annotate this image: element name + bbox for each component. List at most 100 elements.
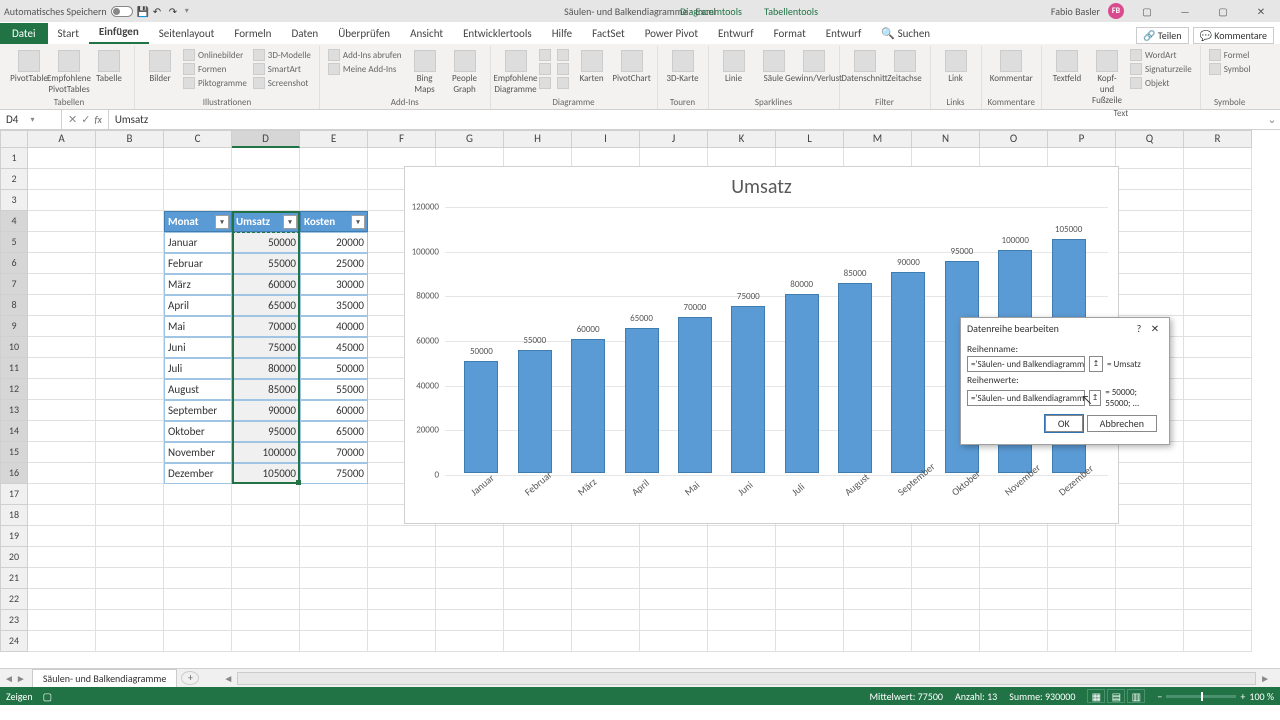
shapes-button[interactable]: Formen	[181, 62, 249, 76]
autosave-toggle[interactable]: Automatisches Speichern	[4, 5, 133, 18]
cell[interactable]	[1184, 232, 1252, 253]
cell[interactable]	[96, 526, 164, 547]
toggle-switch-icon[interactable]	[111, 6, 133, 17]
cell[interactable]	[436, 610, 504, 631]
series-values-input[interactable]: ='Säulen- und Balkendiagramme'	[967, 390, 1085, 406]
cell[interactable]	[572, 547, 640, 568]
cell[interactable]	[96, 400, 164, 421]
chart-bar[interactable]	[785, 294, 819, 473]
cell[interactable]	[300, 526, 368, 547]
cell[interactable]	[232, 169, 300, 190]
cell[interactable]	[708, 610, 776, 631]
online-pictures-button[interactable]: Onlinebilder	[181, 48, 249, 62]
cell[interactable]	[28, 463, 96, 484]
cell[interactable]	[1116, 232, 1184, 253]
chart-bar[interactable]	[625, 328, 659, 473]
cell[interactable]	[368, 589, 436, 610]
column-header[interactable]: G	[436, 130, 504, 148]
chart-bar[interactable]	[891, 272, 925, 473]
row-header[interactable]: 6	[0, 253, 28, 274]
cell[interactable]: 55000	[232, 253, 300, 274]
cell[interactable]: März	[164, 274, 232, 295]
cell[interactable]	[28, 505, 96, 526]
cell[interactable]	[28, 589, 96, 610]
row-header[interactable]: 15	[0, 442, 28, 463]
cell[interactable]	[164, 568, 232, 589]
chart-bar[interactable]	[731, 306, 765, 474]
row-header[interactable]: 11	[0, 358, 28, 379]
worksheet[interactable]: ABCDEFGHIJKLMNOPQR1234Monat▾Umsatz▾Koste…	[0, 130, 1280, 668]
recommended-charts-button[interactable]: Empfohlene Diagramme	[497, 48, 535, 97]
cell[interactable]	[1116, 211, 1184, 232]
cell[interactable]: 95000	[232, 421, 300, 442]
cell[interactable]	[1184, 190, 1252, 211]
column-header[interactable]: E	[300, 130, 368, 148]
cell[interactable]	[844, 526, 912, 547]
column-header[interactable]: M	[844, 130, 912, 148]
cell[interactable]	[1116, 568, 1184, 589]
cell[interactable]	[1116, 484, 1184, 505]
cell[interactable]: 75000	[232, 337, 300, 358]
tab-tabledesign[interactable]: Entwurf	[816, 23, 872, 44]
chart-title[interactable]: Umsatz	[405, 167, 1118, 203]
cell[interactable]: August	[164, 379, 232, 400]
cell[interactable]	[96, 631, 164, 652]
scroll-right-icon[interactable]: ►	[1256, 672, 1274, 685]
cell[interactable]: 105000	[232, 463, 300, 484]
cell[interactable]	[1184, 274, 1252, 295]
minimize-icon[interactable]: —	[1170, 1, 1200, 21]
cell[interactable]	[1184, 253, 1252, 274]
ribbon-options-icon[interactable]: ▢	[1132, 1, 1162, 21]
3dmodels-button[interactable]: 3D-Modelle	[251, 48, 313, 62]
row-header[interactable]: 5	[0, 232, 28, 253]
cell[interactable]: 50000	[232, 232, 300, 253]
cell[interactable]	[640, 526, 708, 547]
cell[interactable]	[28, 148, 96, 169]
cell[interactable]	[96, 484, 164, 505]
column-header[interactable]: J	[640, 130, 708, 148]
cell[interactable]	[504, 526, 572, 547]
cell[interactable]	[640, 589, 708, 610]
other-chart-icon[interactable]	[555, 76, 571, 90]
cell[interactable]	[368, 526, 436, 547]
page-layout-view-icon[interactable]: ▤	[1107, 689, 1125, 703]
cell[interactable]	[640, 631, 708, 652]
column-header[interactable]: K	[708, 130, 776, 148]
cell[interactable]	[844, 610, 912, 631]
cell[interactable]	[708, 547, 776, 568]
cell[interactable]	[232, 610, 300, 631]
cell[interactable]	[1184, 463, 1252, 484]
cell[interactable]	[28, 169, 96, 190]
user-avatar[interactable]: FB	[1108, 3, 1124, 19]
tab-data[interactable]: Daten	[281, 23, 328, 44]
cell[interactable]	[436, 547, 504, 568]
sparkline-line-button[interactable]: Linie	[715, 48, 753, 86]
zoom-slider[interactable]	[1166, 695, 1236, 698]
cell[interactable]	[96, 421, 164, 442]
cell[interactable]	[28, 484, 96, 505]
cell[interactable]: Januar	[164, 232, 232, 253]
cell[interactable]	[912, 526, 980, 547]
cell[interactable]	[28, 358, 96, 379]
cell[interactable]	[96, 379, 164, 400]
line-chart-icon[interactable]	[537, 62, 553, 76]
select-all-corner[interactable]	[0, 130, 28, 148]
cell[interactable]: 50000	[300, 358, 368, 379]
chart-bar[interactable]	[571, 339, 605, 473]
tab-chartdesign[interactable]: Entwurf	[708, 23, 764, 44]
column-header[interactable]: I	[572, 130, 640, 148]
cell[interactable]	[1184, 610, 1252, 631]
cell[interactable]: Umsatz▾	[232, 211, 300, 232]
row-header[interactable]: 19	[0, 526, 28, 547]
link-button[interactable]: Link	[937, 48, 975, 86]
cell[interactable]	[1184, 421, 1252, 442]
row-header[interactable]: 4	[0, 211, 28, 232]
row-header[interactable]: 3	[0, 190, 28, 211]
scatter-chart-icon[interactable]	[555, 62, 571, 76]
cell[interactable]	[572, 589, 640, 610]
cell[interactable]	[1048, 526, 1116, 547]
cell[interactable]	[96, 316, 164, 337]
cell[interactable]: 75000	[300, 463, 368, 484]
column-header[interactable]: A	[28, 130, 96, 148]
cell[interactable]	[1048, 547, 1116, 568]
